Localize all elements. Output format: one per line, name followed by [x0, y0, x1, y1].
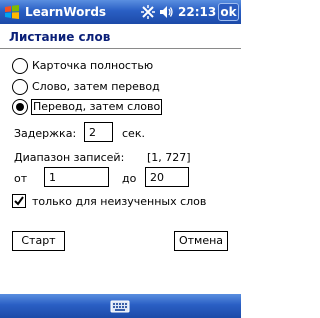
ok-button[interactable]: ok: [218, 3, 239, 21]
bottom-menu-bar: [0, 294, 241, 318]
radio-label[interactable]: Перевод, затем слово: [31, 99, 163, 115]
radio-label[interactable]: Слово, затем перевод: [32, 80, 160, 94]
page-title: Листание слов: [9, 30, 111, 44]
volume-icon[interactable]: [158, 4, 174, 20]
checkmark-icon: [14, 196, 24, 206]
radio-label[interactable]: Карточка полностью: [32, 59, 153, 73]
start-button[interactable]: Старт: [12, 231, 65, 251]
delay-label: Задержка:: [14, 127, 77, 140]
radio-card-full[interactable]: Карточка полностью: [10, 57, 235, 77]
radio-button-unchecked[interactable]: [12, 79, 28, 95]
title-bar: LearnWords 22:13 ok: [0, 0, 241, 24]
clock[interactable]: 22:13: [178, 4, 216, 20]
radio-button-checked[interactable]: [12, 99, 28, 115]
windows-start-icon[interactable]: [3, 3, 21, 21]
connectivity-icon[interactable]: [140, 4, 156, 20]
radio-translation-then-word[interactable]: Перевод, затем слово: [10, 98, 235, 118]
range-label: Диапазон записей:: [14, 151, 125, 164]
delay-unit-label: сек.: [122, 127, 145, 140]
app-title: LearnWords: [25, 5, 107, 19]
range-from-label: от: [14, 172, 28, 185]
radio-button-unchecked[interactable]: [12, 58, 28, 74]
heading-divider: [0, 48, 241, 49]
range-value: [1, 727]: [147, 151, 191, 164]
range-to-label: до: [122, 172, 137, 185]
radio-word-then-translation[interactable]: Слово, затем перевод: [10, 78, 235, 98]
keyboard-icon[interactable]: [110, 298, 130, 314]
cancel-button[interactable]: Отмена: [174, 231, 228, 251]
unlearned-only-label[interactable]: только для неизученных слов: [32, 195, 206, 209]
range-from-input[interactable]: [44, 167, 109, 187]
range-to-input[interactable]: [145, 167, 189, 187]
delay-input[interactable]: [84, 122, 113, 142]
unlearned-only-checkbox[interactable]: [12, 194, 26, 208]
